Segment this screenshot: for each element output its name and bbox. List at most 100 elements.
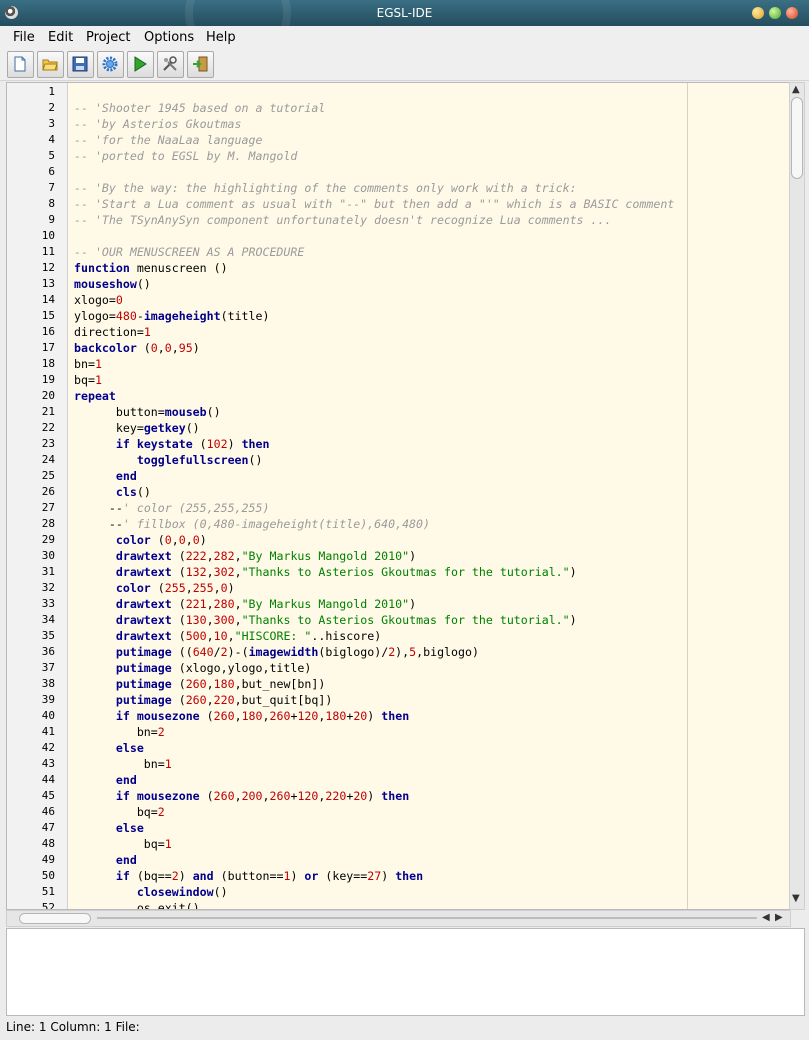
maximize-icon[interactable] [769, 7, 781, 19]
code-line[interactable]: -- 'By the way: the highlighting of the … [74, 180, 577, 196]
code-line[interactable]: if keystate (102) then [74, 436, 270, 452]
toolbar [0, 48, 809, 81]
code-editor[interactable]: 1 2 3 4 5 6 7 8 9 10 11 12 13 14 15 16 17 18 19 20 21 22 23 24 2… [6, 82, 791, 910]
code-line[interactable]: --' fillbox (0,480-imageheight(title),64… [74, 516, 430, 532]
code-line[interactable]: putimage (260,220,but_quit[bq]) [74, 692, 332, 708]
code-token: repeat [74, 389, 116, 403]
code-line[interactable]: mouseshow() [74, 276, 151, 292]
code-line[interactable]: end [74, 772, 137, 788]
code-line[interactable]: bn=1 [74, 756, 172, 772]
code-token: ,but_quit[bq]) [234, 693, 333, 707]
code-token: ( [171, 613, 186, 627]
code-line[interactable]: if (bq==2) and (button==1) or (key==27) … [74, 868, 423, 884]
line-number: 10 [41, 229, 55, 242]
tools-button[interactable] [157, 51, 184, 78]
code-line[interactable]: -- 'OUR MENUSCREEN AS A PROCEDURE [74, 244, 304, 260]
scroll-right-icon[interactable]: ▶ [775, 912, 783, 923]
code-line[interactable]: cls() [74, 484, 151, 500]
close-icon[interactable] [786, 7, 798, 19]
code-line[interactable]: button=mouseb() [74, 404, 221, 420]
menu-help[interactable]: Help [206, 30, 236, 45]
code-line[interactable]: drawtext (221,280,"By Markus Mangold 201… [74, 596, 416, 612]
run-button[interactable] [127, 51, 154, 78]
code-line[interactable]: else [74, 820, 144, 836]
code-token: 20 [353, 709, 368, 723]
vertical-scroll-thumb[interactable] [791, 97, 803, 179]
code-line[interactable]: end [74, 468, 137, 484]
menu-project[interactable]: Project [86, 30, 130, 45]
code-line[interactable]: xlogo=0 [74, 292, 123, 308]
code-line[interactable]: if mousezone (260,180,260+120,180+20) th… [74, 708, 409, 724]
code-line[interactable]: drawtext (500,10,"HISCORE: "..hiscore) [74, 628, 381, 644]
code-line[interactable]: -- 'Start a Lua comment as usual with "-… [74, 196, 674, 212]
horizontal-scrollbar[interactable]: ◀ ▶ [6, 910, 791, 927]
code-token: 300 [213, 613, 235, 627]
code-token: then [395, 869, 424, 883]
code-token: closewindow [136, 885, 214, 899]
new-file-button[interactable] [7, 51, 34, 78]
code-line[interactable]: -- 'ported to EGSL by M. Mangold [74, 148, 297, 164]
title-bar[interactable]: EGSL-IDE [0, 0, 809, 66]
code-line[interactable]: bq=1 [74, 372, 102, 388]
scroll-down-icon[interactable]: ▼ [792, 893, 800, 904]
code-token: 130 [185, 613, 207, 627]
vertical-scrollbar[interactable]: ▲ ▼ [789, 82, 805, 910]
code-line[interactable]: bq=1 [74, 836, 172, 852]
code-line[interactable]: function menuscreen () [74, 260, 228, 276]
output-pane[interactable] [6, 928, 805, 1016]
settings-button[interactable] [97, 51, 124, 78]
code-line[interactable]: togglefullscreen() [74, 452, 263, 468]
code-token: , [206, 549, 214, 563]
code-token: then [381, 709, 410, 723]
code-line[interactable]: if mousezone (260,200,260+120,220+20) th… [74, 788, 409, 804]
code-line[interactable]: -- 'by Asterios Gkoutmas [74, 116, 242, 132]
code-line[interactable]: else [74, 740, 144, 756]
code-token: 2 [157, 805, 165, 819]
save-file-button[interactable] [67, 51, 94, 78]
code-line[interactable]: color (0,0,0) [74, 532, 207, 548]
code-line[interactable]: drawtext (132,302,"Thanks to Asterios Gk… [74, 564, 577, 580]
scroll-up-icon[interactable]: ▲ [792, 84, 800, 95]
code-line[interactable]: direction=1 [74, 324, 151, 340]
code-token: "Thanks to Asterios Gkoutmas for the tut… [241, 613, 570, 627]
code-line[interactable]: backcolor (0,0,95) [74, 340, 200, 356]
code-line[interactable]: repeat [74, 388, 116, 404]
code-token: , [234, 549, 242, 563]
code-line[interactable]: drawtext (130,300,"Thanks to Asterios Gk… [74, 612, 577, 628]
code-line[interactable]: -- 'for the NaaLaa language [74, 132, 262, 148]
code-token: (xlogo,ylogo,title) [171, 661, 312, 675]
code-line[interactable]: color (255,255,0) [74, 580, 235, 596]
line-number: 15 [41, 309, 55, 322]
open-file-button[interactable] [37, 51, 64, 78]
horizontal-scroll-thumb[interactable] [19, 913, 91, 924]
menu-file[interactable]: File [13, 30, 35, 45]
code-line[interactable]: key=getkey() [74, 420, 200, 436]
code-line[interactable]: -- 'The TSynAnySyn component unfortunate… [74, 212, 611, 228]
code-line[interactable]: bq=2 [74, 804, 165, 820]
code-line[interactable]: putimage ((640/2)-(imagewidth(biglogo)/2… [74, 644, 479, 660]
menu-edit[interactable]: Edit [48, 30, 73, 45]
code-line[interactable]: bn=1 [74, 356, 102, 372]
code-line[interactable]: drawtext (222,282,"By Markus Mangold 201… [74, 548, 416, 564]
line-number: 40 [41, 709, 55, 722]
code-line[interactable]: -- 'Shooter 1945 based on a tutorial [74, 100, 325, 116]
code-token: 302 [213, 565, 235, 579]
menu-options[interactable]: Options [144, 30, 194, 45]
code-line[interactable]: closewindow() [74, 884, 228, 900]
code-line[interactable]: putimage (xlogo,ylogo,title) [74, 660, 311, 676]
code-line[interactable]: --' color (255,255,255) [74, 500, 270, 516]
line-number: 32 [41, 581, 55, 594]
minimize-icon[interactable] [752, 7, 764, 19]
code-line[interactable]: bn=2 [74, 724, 165, 740]
code-line[interactable]: ylogo=480-imageheight(title) [74, 308, 269, 324]
exit-button[interactable] [187, 51, 214, 78]
code-line[interactable]: os.exit() [74, 900, 200, 909]
scroll-left-icon[interactable]: ◀ [762, 912, 770, 923]
code-line[interactable]: end [74, 852, 137, 868]
code-line[interactable]: putimage (260,180,but_new[bn]) [74, 676, 325, 692]
